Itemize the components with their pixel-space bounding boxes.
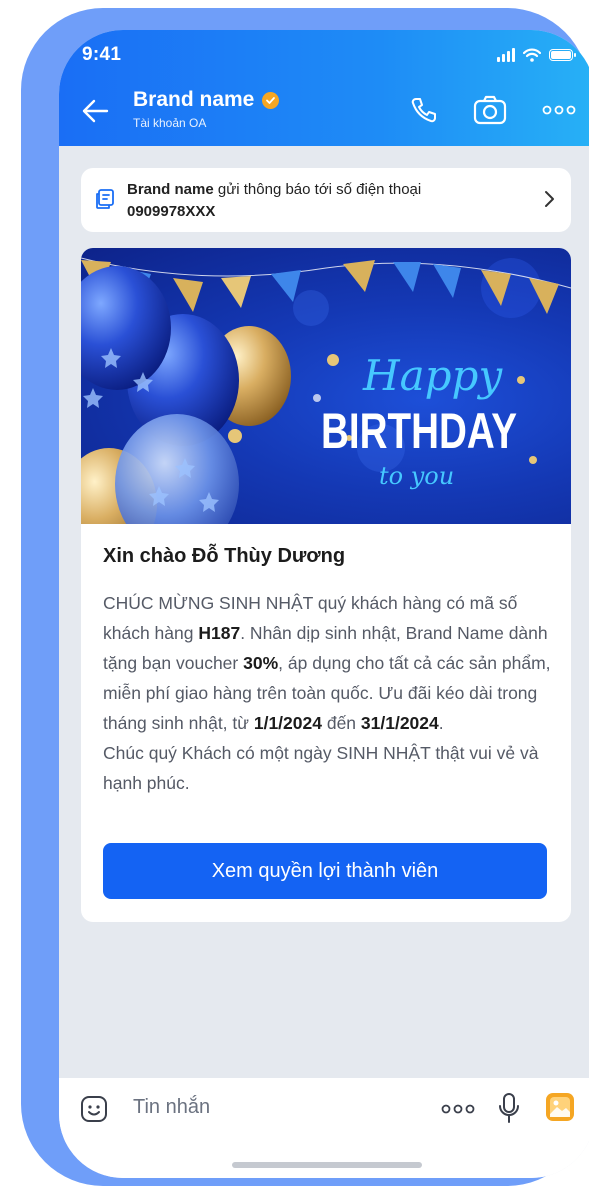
sticker-icon[interactable]: [79, 1094, 109, 1124]
arrow-left-icon[interactable]: [81, 98, 109, 124]
brand-name: Brand name: [133, 88, 255, 111]
banner-to-you-text: to you: [379, 462, 454, 490]
message-input[interactable]: Tin nhắn: [133, 1096, 210, 1119]
camera-icon[interactable]: [473, 94, 507, 126]
banner-happy-text: Happy: [362, 351, 503, 400]
closing-text: Chúc quý Khách có một ngày SINH NHẬT thậ…: [103, 743, 539, 793]
more-icon[interactable]: [441, 1104, 475, 1114]
screen: 9:41 Brand name Tài khoản OA Brand name …: [59, 30, 589, 1178]
date-from: 1/1/2024: [253, 713, 322, 733]
chat-title[interactable]: Brand name: [133, 88, 280, 112]
banner-artwork: Happy BIRTHDAY to you: [81, 257, 571, 524]
notice-phone: 0909978XXX: [127, 203, 216, 220]
body-text-5: .: [438, 713, 444, 733]
chevron-right-icon: [545, 191, 554, 207]
notice-text: Brand name gửi thông báo tới số điện tho…: [127, 179, 527, 223]
body-text-4: đến: [321, 713, 361, 733]
microphone-icon[interactable]: [497, 1092, 521, 1124]
home-indicator: [232, 1162, 422, 1168]
notice-message: gửi thông báo tới số điện thoại: [213, 181, 422, 198]
phone-icon[interactable]: [409, 95, 439, 125]
account-type: Tài khoản OA: [133, 116, 207, 130]
greeting-title: Xin chào Đỗ Thùy Dương: [103, 545, 346, 567]
message-input-placeholder: Tin nhắn: [133, 1096, 211, 1118]
birthday-banner: Happy BIRTHDAY to you: [81, 248, 571, 524]
signal-icon: [497, 48, 515, 62]
phone-notice-bar[interactable]: Brand name gửi thông báo tới số điện tho…: [81, 168, 571, 232]
chat-header: 9:41 Brand name Tài khoản OA: [59, 30, 589, 146]
notice-brand: Brand name: [127, 181, 214, 198]
customer-code: H187: [198, 623, 241, 643]
voucher-value: 30%: [243, 653, 279, 673]
status-icons: [497, 48, 576, 62]
wifi-icon: [523, 48, 541, 62]
more-icon[interactable]: [542, 105, 576, 115]
status-time: 9:41: [82, 44, 122, 65]
battery-icon: [549, 49, 576, 61]
date-to: 31/1/2024: [360, 713, 439, 733]
verified-icon: [262, 91, 280, 109]
message-composer: Tin nhắn: [59, 1078, 589, 1178]
member-benefits-button[interactable]: Xem quyền lợi thành viên: [103, 843, 547, 899]
banner-birthday-text: BIRTHDAY: [321, 403, 517, 459]
message-card: Happy BIRTHDAY to you Xin chào Đỗ Thùy D…: [81, 248, 571, 922]
notice-icon: [96, 189, 114, 209]
image-icon[interactable]: [545, 1092, 575, 1122]
phone-frame: 9:41 Brand name Tài khoản OA Brand name …: [21, 8, 589, 1186]
message-body: CHÚC MỪNG SINH NHẬT quý khách hàng có mã…: [103, 588, 553, 798]
